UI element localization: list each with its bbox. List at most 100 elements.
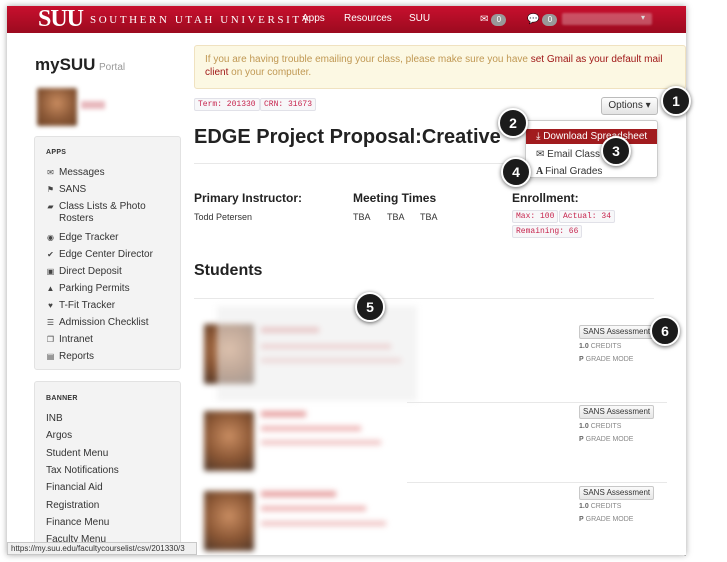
- banner-link-student-menu[interactable]: Student Menu: [46, 448, 108, 459]
- sans-assessment-button[interactable]: SANS Assessment: [579, 325, 655, 339]
- student-name-redacted: [261, 491, 336, 497]
- app-label: Parking Permits: [59, 283, 130, 294]
- user-name-redacted: [81, 101, 105, 109]
- banner-link-inb[interactable]: INB: [46, 413, 63, 424]
- chat-count: 0: [542, 13, 558, 26]
- app-parking-permits[interactable]: ▲ Parking Permits: [46, 283, 176, 295]
- student-detail-redacted: [261, 426, 361, 431]
- final-grades-item[interactable]: A Final Grades: [526, 164, 657, 179]
- portal-subtitle: Portal: [99, 62, 126, 73]
- student-credits: 1.0 CREDITS: [579, 503, 621, 510]
- callout-2: 2: [498, 108, 528, 138]
- credits-label: CREDITS: [590, 503, 622, 510]
- banner-link-tax-notifications[interactable]: Tax Notifications: [46, 465, 119, 476]
- email-alert: If you are having trouble emailing your …: [194, 45, 686, 89]
- brand[interactable]: SUU SOUTHERN UTAH UNIVERSITY: [38, 6, 313, 32]
- student-grade-mode: P GRADE MODE: [579, 356, 633, 363]
- app-sans[interactable]: ⚑ SANS: [46, 184, 176, 196]
- list-icon: ☰: [46, 318, 55, 327]
- banner-panel: BANNER INB Argos Student Menu Tax Notifi…: [34, 381, 181, 555]
- title-divider: [194, 163, 524, 164]
- envelope-icon: ✉: [47, 168, 54, 177]
- envelope-icon: ✉: [536, 149, 548, 160]
- brand-name: SOUTHERN UTAH UNIVERSITY: [90, 13, 313, 26]
- app-edge-tracker[interactable]: ◉ Edge Tracker: [46, 232, 176, 244]
- app-tfit-tracker[interactable]: ♥ T-Fit Tracker: [46, 300, 176, 312]
- enrollment-remaining: Remaining: 66: [512, 225, 583, 238]
- download-spreadsheet-item[interactable]: ⤓ Download Spreadsheet: [526, 129, 657, 144]
- book-icon: ▰: [47, 202, 54, 211]
- app-label: Edge Tracker: [59, 232, 119, 243]
- app-edge-center-director[interactable]: ✔ Edge Center Director: [46, 249, 176, 261]
- student-photo: [204, 491, 254, 551]
- grade-mode-value: P: [579, 436, 584, 443]
- chat-notifications[interactable]: 💬 0: [527, 13, 558, 26]
- student-photo: [204, 411, 254, 471]
- instructor-name: Todd Petersen: [194, 212, 253, 222]
- term-tag: Term: 201330: [194, 98, 260, 111]
- user-menu[interactable]: [562, 13, 652, 25]
- banner-link-financial-aid[interactable]: Financial Aid: [46, 482, 103, 493]
- link-status-bar: https://my.suu.edu/facultycourselist/csv…: [7, 542, 197, 555]
- app-label: Edge Center Director: [59, 249, 153, 260]
- meeting-time: TBA: [387, 212, 405, 222]
- callout-5: 5: [355, 292, 385, 322]
- student-detail-redacted: [261, 440, 381, 445]
- menu-label: Download Spreadsheet: [543, 131, 648, 142]
- banner-link-registration[interactable]: Registration: [46, 500, 99, 511]
- credits-value: 1.0: [579, 503, 589, 510]
- student-detail-redacted: [261, 521, 386, 526]
- nav-resources[interactable]: Resources: [344, 13, 392, 24]
- nav-suu[interactable]: SUU: [409, 13, 430, 24]
- check-circle-icon: ✔: [47, 250, 54, 259]
- mail-count: 0: [491, 13, 507, 26]
- grade-mode-label: GRADE MODE: [585, 356, 634, 363]
- student-name-redacted: [261, 411, 306, 417]
- app-label: SANS: [59, 184, 87, 195]
- nav-apps[interactable]: Apps: [302, 13, 325, 24]
- options-label: Options: [608, 100, 643, 111]
- credits-label: CREDITS: [590, 423, 622, 430]
- enrollment-actual: Actual: 34: [559, 210, 616, 223]
- suu-logo: SUU: [38, 6, 84, 32]
- heart-icon: ♥: [48, 301, 53, 310]
- sans-assessment-button[interactable]: SANS Assessment: [579, 405, 655, 419]
- options-button[interactable]: Options ▾: [601, 97, 658, 115]
- sans-assessment-button[interactable]: SANS Assessment: [579, 486, 655, 500]
- credits-label: CREDITS: [590, 343, 622, 350]
- avatar: [37, 88, 77, 126]
- app-label: Reports: [59, 351, 95, 362]
- caret-down-icon: ▾: [645, 100, 651, 111]
- meeting-time: TBA: [353, 212, 371, 222]
- alert-text-end: on your computer.: [228, 67, 312, 78]
- font-icon: A: [536, 166, 546, 177]
- mail-notifications[interactable]: ✉ 0: [480, 13, 507, 26]
- credits-value: 1.0: [579, 343, 589, 350]
- enrollment-label: Enrollment:: [512, 191, 579, 205]
- student-blur-overlay: [217, 306, 417, 401]
- browser-page: SUU SOUTHERN UTAH UNIVERSITY Apps Resour…: [7, 6, 686, 555]
- credits-value: 1.0: [579, 423, 589, 430]
- app-class-lists[interactable]: ▰ Class Lists & Photo Rosters: [46, 201, 176, 225]
- student-credits: 1.0 CREDITS: [579, 343, 621, 350]
- app-admission-checklist[interactable]: ☰ Admission Checklist: [46, 317, 176, 329]
- course-title: EDGE Project Proposal:Creative: [194, 126, 501, 148]
- caret-down-icon[interactable]: ▾: [641, 13, 645, 22]
- callout-3: 3: [601, 136, 631, 166]
- app-direct-deposit[interactable]: ▣ Direct Deposit: [46, 266, 176, 278]
- menu-label: Final Grades: [545, 166, 603, 177]
- student-grade-mode: P GRADE MODE: [579, 436, 633, 443]
- banner-link-finance-menu[interactable]: Finance Menu: [46, 517, 109, 528]
- app-label: T-Fit Tracker: [59, 300, 116, 311]
- students-divider: [194, 298, 654, 299]
- app-intranet[interactable]: ❐ Intranet: [46, 334, 176, 346]
- student-credits: 1.0 CREDITS: [579, 423, 621, 430]
- app-label: Admission Checklist: [59, 317, 149, 328]
- app-messages[interactable]: ✉ Messages: [46, 167, 176, 179]
- email-class-item[interactable]: ✉ Email Class: [526, 147, 657, 162]
- app-reports[interactable]: ▤ Reports: [46, 351, 176, 363]
- options-dropdown: ⤓ Download Spreadsheet ✉ Email Class A F…: [525, 120, 658, 178]
- alert-text: If you are having trouble emailing your …: [205, 54, 531, 65]
- banner-link-argos[interactable]: Argos: [46, 430, 72, 441]
- student-grade-mode: P GRADE MODE: [579, 516, 633, 523]
